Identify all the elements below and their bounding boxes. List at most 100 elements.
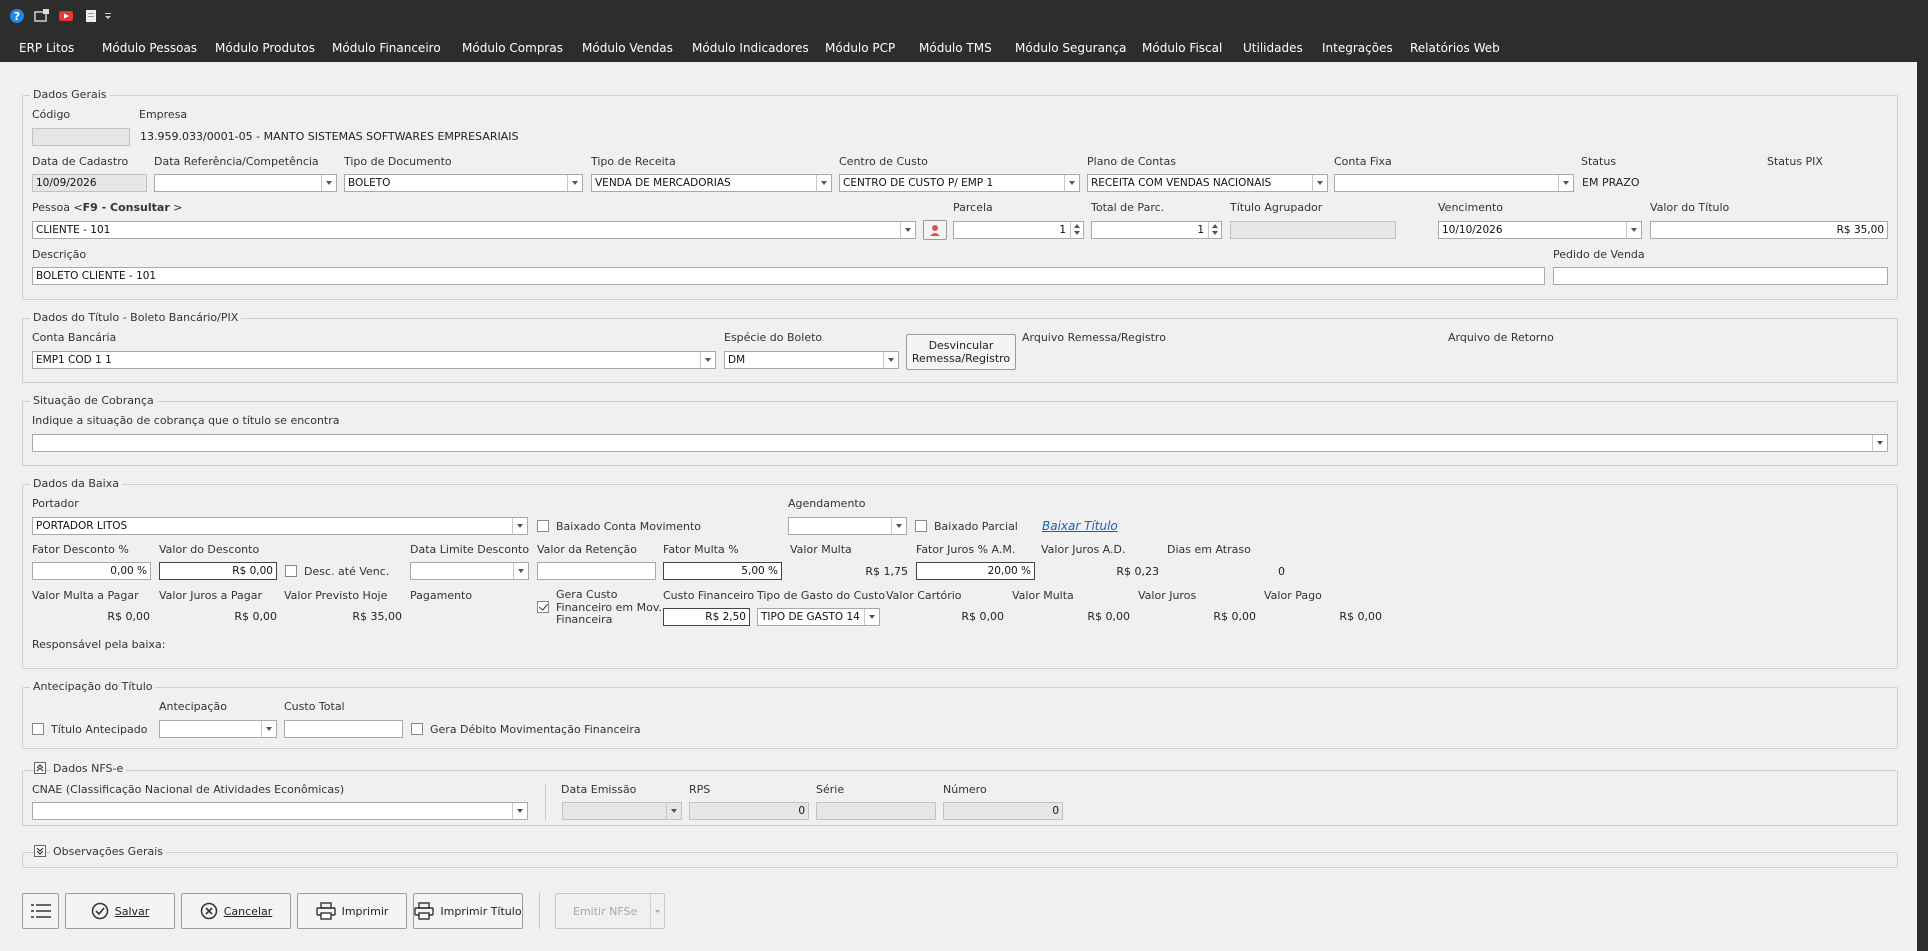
parcela-field[interactable]: 1 (953, 221, 1084, 239)
menu-modulo-tms[interactable]: Módulo TMS (919, 41, 992, 55)
chevron-down-icon[interactable] (512, 803, 527, 819)
chevron-down-icon[interactable] (321, 175, 336, 191)
tipo-gasto-select[interactable]: TIPO DE GASTO 14 (757, 608, 880, 626)
fator-multa-field[interactable]: 5,00 % (663, 562, 782, 580)
desvincular-remessa-button[interactable]: Desvincular Remessa/Registro (906, 334, 1016, 370)
chevron-down-icon[interactable] (883, 352, 898, 368)
chevron-down-icon[interactable] (1312, 175, 1327, 191)
quick-access-dropdown-icon[interactable] (103, 8, 113, 24)
chevron-down-icon[interactable] (666, 803, 681, 819)
valor-retencao-field[interactable] (537, 562, 656, 580)
serie-field[interactable] (816, 802, 936, 820)
descricao-field[interactable]: BOLETO CLIENTE - 101 (32, 267, 1545, 285)
valor-titulo-field[interactable]: R$ 35,00 (1650, 221, 1888, 239)
chevron-down-icon[interactable] (700, 352, 715, 368)
gera-custo-financeiro-checkbox[interactable] (537, 601, 549, 613)
custo-total-field[interactable] (284, 720, 403, 738)
valor-pago-label: Valor Pago (1264, 589, 1322, 602)
numero-field[interactable]: 0 (943, 802, 1063, 820)
especie-boleto-select[interactable]: DM (724, 351, 899, 369)
titulo-antecipado-checkbox[interactable] (32, 723, 44, 735)
centro-custo-select[interactable]: CENTRO DE CUSTO P/ EMP 1 (839, 174, 1080, 192)
baixado-parcial-checkbox[interactable] (915, 520, 927, 532)
document-icon[interactable] (83, 8, 99, 24)
fator-desconto-field[interactable]: 0,00 % (32, 562, 151, 580)
chevron-down-icon[interactable] (816, 175, 831, 191)
salvar-button[interactable]: Salvar (65, 893, 175, 929)
menu-modulo-vendas[interactable]: Módulo Vendas (582, 41, 673, 55)
baixado-conta-movimento-label: Baixado Conta Movimento (556, 520, 702, 533)
codigo-field[interactable] (32, 128, 130, 146)
spinner-icon[interactable] (1070, 222, 1083, 238)
pessoa-select[interactable]: CLIENTE - 101 (32, 221, 916, 239)
pedido-venda-field[interactable] (1553, 267, 1888, 285)
menu-modulo-fiscal[interactable]: Módulo Fiscal (1142, 41, 1222, 55)
chevron-down-icon[interactable] (512, 518, 527, 534)
menu-modulo-compras[interactable]: Módulo Compras (462, 41, 563, 55)
chevron-down-icon[interactable] (891, 518, 906, 534)
menu-modulo-seguranca[interactable]: Módulo Segurança (1015, 41, 1126, 55)
chevron-down-icon[interactable] (900, 222, 915, 238)
menu-modulo-financeiro[interactable]: Módulo Financeiro (332, 41, 441, 55)
baixado-conta-movimento-checkbox[interactable] (537, 520, 549, 532)
video-icon[interactable] (58, 8, 74, 24)
menu-modulo-pcp[interactable]: Módulo PCP (825, 41, 895, 55)
valor-desconto-field[interactable]: R$ 0,00 (159, 562, 277, 580)
menu-list-button[interactable] (22, 893, 59, 929)
imprimir-titulo-button[interactable]: Imprimir Título (413, 893, 523, 929)
menu-modulo-pessoas[interactable]: Módulo Pessoas (102, 41, 197, 55)
chevron-down-icon[interactable] (1064, 175, 1079, 191)
chevron-down-icon[interactable] (261, 721, 276, 737)
chevron-down-icon[interactable] (864, 609, 879, 625)
chevron-down-icon[interactable] (1558, 175, 1573, 191)
antecipacao-field[interactable] (159, 720, 277, 738)
titulo-agrupador-field[interactable] (1230, 221, 1396, 239)
tipo-receita-select[interactable]: VENDA DE MERCADORIAS (591, 174, 832, 192)
menu-relatorios-web[interactable]: Relatórios Web (1410, 41, 1500, 55)
desc-ate-venc-checkbox[interactable] (285, 565, 297, 577)
situacao-cobranca-select[interactable] (32, 434, 1888, 452)
custo-financeiro-field[interactable]: R$ 2,50 (663, 608, 750, 626)
consultar-pessoa-button[interactable] (923, 220, 947, 240)
spinner-icon[interactable] (1208, 222, 1221, 238)
empresa-value: 13.959.033/0001-05 - MANTO SISTEMAS SOFT… (140, 130, 519, 143)
data-referencia-field[interactable] (154, 174, 337, 192)
conta-bancaria-select[interactable]: EMP1 COD 1 1 (32, 351, 716, 369)
conta-fixa-select[interactable] (1334, 174, 1574, 192)
fator-juros-field[interactable]: 20,00 % (916, 562, 1035, 580)
portador-select[interactable]: PORTADOR LITOS (32, 517, 528, 535)
window-switch-icon[interactable] (34, 8, 50, 24)
valor-juros-ad-value: R$ 0,23 (1116, 565, 1159, 578)
total-parcelas-field[interactable]: 1 (1091, 221, 1222, 239)
chevron-down-icon[interactable] (567, 175, 582, 191)
agendamento-select[interactable] (788, 517, 907, 535)
vencimento-field[interactable]: 10/10/2026 (1438, 221, 1642, 239)
cancelar-button[interactable]: Cancelar (181, 893, 291, 929)
chevron-down-icon[interactable] (1872, 435, 1887, 451)
baixar-titulo-link[interactable]: Baixar Título (1042, 519, 1118, 533)
rps-field[interactable]: 0 (689, 802, 809, 820)
data-limite-desconto-field[interactable] (410, 562, 529, 580)
help-icon[interactable]: ? (9, 8, 25, 24)
cancelar-label: Cancelar (223, 904, 273, 918)
data-emissao-field[interactable] (562, 802, 682, 820)
data-cadastro-field[interactable]: 10/09/2026 (32, 174, 147, 192)
menu-utilidades[interactable]: Utilidades (1243, 41, 1303, 55)
menu-modulo-indicadores[interactable]: Módulo Indicadores (692, 41, 809, 55)
expand-observacoes-button[interactable] (34, 845, 46, 857)
menu-erp-litos[interactable]: ERP Litos (19, 41, 74, 55)
menu-modulo-produtos[interactable]: Módulo Produtos (215, 41, 315, 55)
tipo-documento-select[interactable]: BOLETO (344, 174, 583, 192)
imprimir-button[interactable]: Imprimir (297, 893, 407, 929)
responsavel-baixa-label: Responsável pela baixa: (32, 638, 166, 651)
chevron-down-icon[interactable] (513, 563, 528, 579)
cnae-select[interactable] (32, 802, 528, 820)
antecipacao-title: Antecipação do Título (30, 680, 156, 693)
plano-contas-select[interactable]: RECEITA COM VENDAS NACIONAIS (1087, 174, 1328, 192)
emitir-nfse-button[interactable]: Emitir NFSe (555, 893, 665, 929)
chevron-down-icon[interactable] (1626, 222, 1641, 238)
collapse-nfse-button[interactable] (34, 762, 46, 774)
emitir-nfse-dropdown[interactable] (650, 894, 664, 928)
menu-integracoes[interactable]: Integrações (1322, 41, 1393, 55)
gera-debito-checkbox[interactable] (411, 723, 423, 735)
